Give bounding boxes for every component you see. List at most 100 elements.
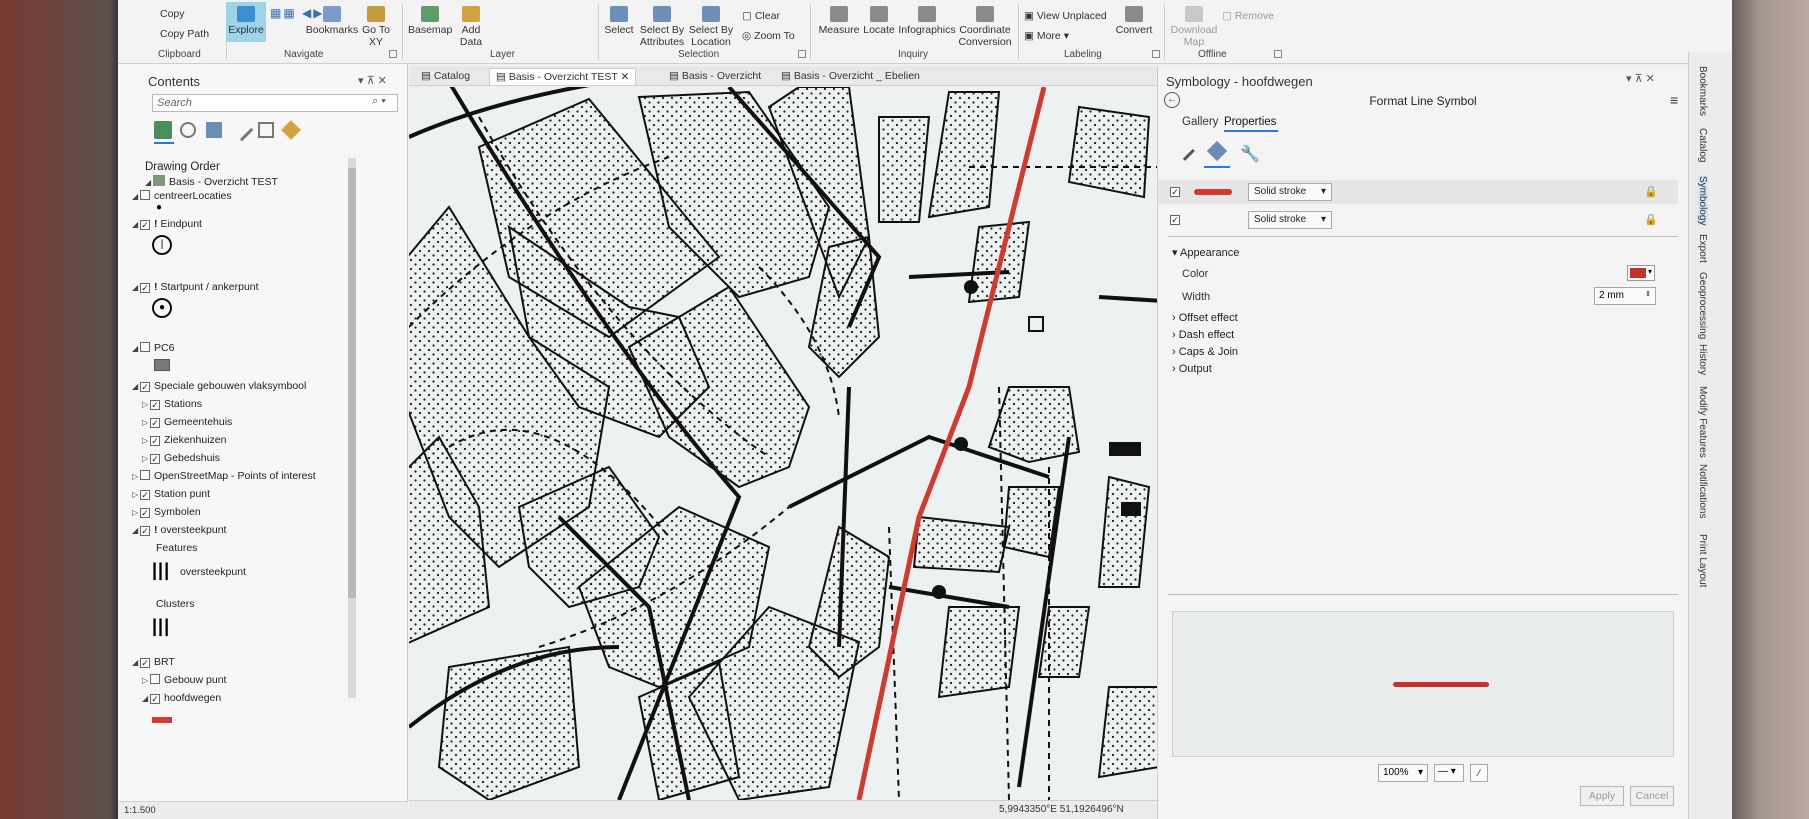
expand-toggle-icon[interactable]: ◢ <box>142 691 150 707</box>
layer-item[interactable]: ◢ ✓ BRT <box>132 654 175 670</box>
zoom-to-button[interactable]: ◎ Zoom To <box>742 30 795 42</box>
symbol-layer-row[interactable]: ✓ Solid stroke ▾ 🔒 <box>1158 180 1678 204</box>
tab-basis-overzicht-test[interactable]: ▤ Basis - Overzicht TEST ✕ <box>489 68 637 85</box>
expand-toggle-icon[interactable]: ▷ <box>142 415 150 431</box>
layer-item[interactable]: ▷ OpenStreetMap - Points of interest <box>132 468 316 484</box>
layer-visibility-checkbox[interactable] <box>140 190 150 200</box>
appearance-section[interactable]: ▾ Appearance <box>1172 246 1239 259</box>
width-input[interactable]: 2 mm ⇕ <box>1594 287 1656 305</box>
symbol-icon[interactable] <box>1175 141 1195 161</box>
expand-toggle-icon[interactable]: ◢ <box>132 280 140 296</box>
explore-button[interactable]: Explore <box>226 2 266 42</box>
map-view[interactable] <box>409 87 1275 800</box>
expand-toggle-icon[interactable]: ◢ <box>132 189 140 205</box>
layer-visibility-checkbox[interactable]: ✓ <box>140 490 150 500</box>
goto-xy-button[interactable]: Go To XY <box>358 6 394 48</box>
copy-button[interactable]: Copy <box>160 8 185 20</box>
layer-visibility-checkbox[interactable]: ✓ <box>140 220 150 230</box>
rail-symbology[interactable]: Symbology <box>1697 176 1708 226</box>
tab-basis-overzicht-ebelien[interactable]: ▤ Basis - Overzicht _ Ebelien <box>775 68 926 85</box>
basemap-button[interactable]: Basemap <box>408 6 452 36</box>
convert-button[interactable]: Convert <box>1114 6 1154 36</box>
layer-visibility-checkbox[interactable]: ✓ <box>140 508 150 518</box>
layer-item[interactable]: ◢ ✓! Startpunt / ankerpunt <box>132 279 259 295</box>
tab-gallery[interactable]: Gallery <box>1182 116 1218 128</box>
pane-controls[interactable]: ▾ ⊼ ✕ <box>358 74 387 87</box>
selection-launcher-icon[interactable] <box>798 50 806 58</box>
apply-button[interactable]: Apply <box>1580 786 1624 806</box>
list-by-drawing-order-icon[interactable] <box>154 121 172 139</box>
labeling-launcher-icon[interactable] <box>1152 50 1160 58</box>
layer-item[interactable]: ▷ ✓ Station punt <box>132 486 210 502</box>
list-by-selection-icon[interactable] <box>206 122 222 138</box>
select-by-attributes-button[interactable]: Select By Attributes <box>638 6 686 48</box>
layer-item[interactable]: ▷ ✓ Stations <box>142 396 202 412</box>
list-by-source-icon[interactable] <box>180 122 196 138</box>
layer-item[interactable]: Features <box>156 540 197 556</box>
remove-button[interactable]: ▢ Remove <box>1222 10 1274 22</box>
bookmarks-button[interactable]: Bookmarks <box>304 6 360 36</box>
layer-visibility-checkbox[interactable] <box>140 342 150 352</box>
map-canvas[interactable] <box>409 87 1275 800</box>
layers-icon[interactable] <box>1206 140 1228 162</box>
download-map-button[interactable]: Download Map <box>1168 6 1220 48</box>
layer-item[interactable]: ▷ Gebouw punt <box>142 672 226 688</box>
tab-properties[interactable]: Properties <box>1224 116 1276 128</box>
locate-button[interactable]: Locate <box>862 6 896 36</box>
layer-visibility-checkbox[interactable]: ✓ <box>150 400 160 410</box>
layer-2-checkbox[interactable]: ✓ <box>1170 215 1180 225</box>
layer-item[interactable]: ◢ ✓! Eindpunt <box>132 216 202 232</box>
expand-toggle-icon[interactable]: ▷ <box>142 451 150 467</box>
expand-toggle-icon[interactable]: ◢ <box>132 655 140 671</box>
expand-toggle-icon[interactable]: ▷ <box>142 433 150 449</box>
layer-1-type-dropdown[interactable]: Solid stroke ▾ <box>1248 183 1332 201</box>
select-button[interactable]: Select <box>602 6 636 36</box>
measure-button[interactable]: Measure <box>818 6 860 36</box>
rail-export[interactable]: Export <box>1697 234 1708 263</box>
layer-1-checkbox[interactable]: ✓ <box>1170 187 1180 197</box>
list-by-editing-icon[interactable] <box>230 118 254 142</box>
background-dropdown[interactable]: — ▾ <box>1434 764 1464 782</box>
layer-item[interactable]: ◢ ✓ Speciale gebouwen vlaksymbool <box>132 378 306 394</box>
list-by-snapping-icon[interactable] <box>258 122 274 138</box>
add-data-button[interactable]: Add Data <box>454 6 488 48</box>
rail-notifications[interactable]: Notifications <box>1697 464 1708 518</box>
layer-item[interactable]: ◢ ✓ hoofdwegen <box>142 690 221 706</box>
dash-effect-section[interactable]: › Dash effect <box>1172 329 1234 341</box>
expand-toggle-icon[interactable]: ▷ <box>132 469 140 485</box>
caps-join-section[interactable]: › Caps & Join <box>1172 346 1238 358</box>
infographics-button[interactable]: Infographics <box>898 6 956 36</box>
lock-icon[interactable]: 🔒 <box>1644 185 1658 198</box>
expand-toggle-icon[interactable]: ▷ <box>142 673 150 689</box>
layer-visibility-checkbox[interactable] <box>140 470 150 480</box>
layer-item[interactable]: ▷ ✓ Gemeentehuis <box>142 414 232 430</box>
layer-item[interactable]: ◢ PC6 <box>132 340 174 356</box>
lock-icon[interactable]: 🔒 <box>1644 213 1658 226</box>
expand-toggle-icon[interactable]: ▷ <box>132 505 140 521</box>
offset-effect-section[interactable]: › Offset effect <box>1172 312 1238 324</box>
rail-history[interactable]: History <box>1697 344 1708 375</box>
select-by-location-button[interactable]: Select By Location <box>688 6 734 48</box>
layer-visibility-checkbox[interactable]: ✓ <box>140 526 150 536</box>
search-icon[interactable]: ⌕ ▾ <box>372 95 386 108</box>
cancel-button[interactable]: Cancel <box>1630 786 1674 806</box>
rail-catalog[interactable]: Catalog <box>1697 128 1708 162</box>
expand-toggle-icon[interactable]: ◢ <box>132 379 140 395</box>
splitter[interactable] <box>1168 594 1678 595</box>
layer-visibility-checkbox[interactable]: ✓ <box>150 418 160 428</box>
layer-item[interactable]: Clusters <box>156 596 195 612</box>
layer-item[interactable]: ▷ ✓ Gebedshuis <box>142 450 220 466</box>
copy-path-button[interactable]: Copy Path <box>160 28 209 40</box>
expand-toggle-icon[interactable]: ◢ <box>132 217 140 233</box>
zoom-dropdown[interactable]: 100% ▾ <box>1378 764 1428 782</box>
close-icon[interactable]: ✕ <box>621 71 630 83</box>
layer-item[interactable]: ▷ ✓ Ziekenhuizen <box>142 432 226 448</box>
layer-visibility-checkbox[interactable]: ✓ <box>140 382 150 392</box>
rail-geoprocessing[interactable]: Geoprocessing <box>1697 272 1708 339</box>
layer-visibility-checkbox[interactable]: ✓ <box>140 283 150 293</box>
pane-controls[interactable]: ▾ ⊼ ✕ <box>1626 72 1655 85</box>
scrollbar-thumb[interactable] <box>348 168 356 598</box>
scale-value[interactable]: 1:1.500 <box>124 805 156 816</box>
list-by-labeling-icon[interactable] <box>281 120 301 140</box>
offline-launcher-icon[interactable] <box>1274 50 1282 58</box>
